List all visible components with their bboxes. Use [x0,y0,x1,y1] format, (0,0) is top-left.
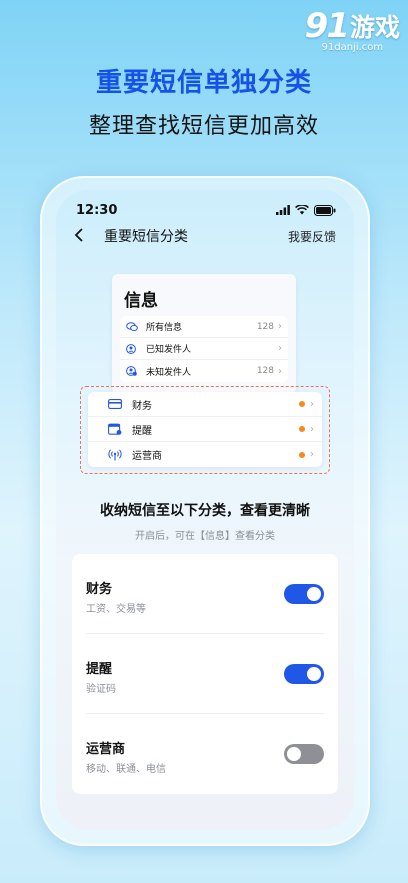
category-row-label: 财务 [132,400,152,412]
setting-desc: 验证码 [86,684,116,695]
chevron-right-icon: › [278,365,282,377]
category-settings-card: 财务 工资、交易等 提醒 验证码 运营商 移动、联通、电信 [72,554,338,794]
setting-name: 提醒 [86,662,113,677]
hero-headline: 重要短信单独分类 [95,68,312,98]
signal-icon [276,205,290,215]
unread-dot [299,426,305,432]
preview-row-label: 未知发件人 [146,367,192,378]
preview-row-unknown: 未知发件人 128 › [120,360,288,382]
preview-row-all: 所有信息 128 › [120,316,288,338]
preview-list: 所有信息 128 › 已知发件人 › 未知发件人 128 › [120,316,288,382]
setting-row-reminder: 提醒 验证码 [86,634,324,714]
chevron-right-icon: › [310,398,314,410]
hero-subline: 整理查找短信更加高效 [88,114,319,139]
watermark-text: 游戏 [349,13,400,42]
page-title: 重要短信分类 [104,229,188,245]
section-subtitle: 开启后，可在【信息】查看分类 [135,531,275,542]
category-row-label: 运营商 [132,451,162,462]
setting-row-carrier: 运营商 移动、联通、电信 [86,714,324,794]
finance-toggle[interactable] [284,584,324,604]
antenna-icon [108,448,124,461]
messages-preview-card: 信息 所有信息 128 › 已知发件人 › 未知发件人 128 › [112,274,296,394]
unread-dot [299,451,305,458]
category-row-label: 提醒 [132,425,152,437]
battery-icon [314,204,336,216]
setting-row-finance: 财务 工资、交易等 [86,554,324,634]
setting-name: 财务 [86,582,113,597]
preview-row-count: 128 [256,366,274,376]
feedback-button[interactable]: 我要反馈 [288,228,336,245]
person-icon [126,343,140,354]
setting-name: 运营商 [86,742,126,757]
status-icons [276,204,336,216]
chevron-right-icon: › [310,449,314,460]
preview-row-known: 已知发件人 › [120,338,288,360]
preview-title: 信息 [124,291,158,311]
phone-screen: 12:30 重要短信分类 我要反馈 信息 所有信息 128 › 已知发件人 › … [56,190,354,830]
status-time: 12:30 [76,202,118,218]
category-row-carrier: 运营商 › [88,442,322,467]
unread-dot [299,401,305,407]
category-row-finance: 财务 › [88,392,322,417]
carrier-toggle[interactable] [284,744,324,764]
unknown-person-icon [126,366,140,376]
setting-desc: 移动、联通、电信 [86,764,166,775]
watermark-logo: 91 游戏 91danji.com [305,6,400,53]
status-bar: 12:30 [76,202,336,218]
chevron-right-icon: › [278,343,282,354]
preview-row-count: 128 [256,321,274,332]
section-title: 收纳短信至以下分类，查看更清晰 [100,503,310,519]
chevron-right-icon: › [310,423,314,435]
card-icon [108,399,124,409]
watermark-number: 91 [304,6,350,46]
setting-desc: 工资、交易等 [86,604,146,615]
preview-row-label: 已知发件人 [146,345,192,355]
category-preview-list: 财务 › 提醒 › 运营商 › [88,392,322,467]
back-arrow-icon[interactable] [74,226,96,247]
watermark-brand: 91 游戏 [305,6,400,46]
chat-bubbles-icon [126,321,140,332]
nav-bar: 重要短信分类 我要反馈 [56,224,354,248]
calendar-icon [108,423,124,435]
wifi-icon [295,205,309,215]
category-row-reminder: 提醒 › [88,417,322,442]
reminder-toggle[interactable] [284,664,324,684]
preview-row-label: 所有信息 [146,323,183,333]
chevron-right-icon: › [278,321,282,332]
